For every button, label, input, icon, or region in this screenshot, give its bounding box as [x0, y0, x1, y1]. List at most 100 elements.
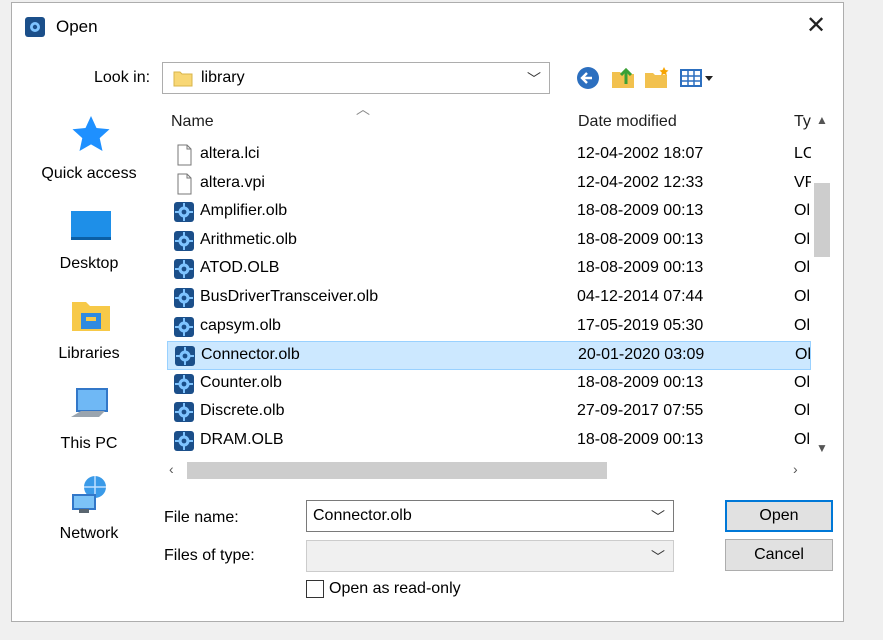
- look-in-value: library: [201, 69, 245, 86]
- column-header-type[interactable]: Ty: [794, 113, 811, 131]
- file-type-cell: LC: [794, 145, 811, 162]
- desktop-icon: [71, 211, 111, 240]
- sort-ascending-icon: ︿: [356, 101, 370, 117]
- vertical-scrollbar[interactable]: ▲ ▼: [812, 111, 834, 461]
- file-type-cell: Ol: [795, 346, 811, 364]
- olb-file-icon: [173, 316, 195, 338]
- scroll-down-icon[interactable]: ▼: [816, 441, 828, 455]
- place-label: Quick access: [41, 165, 137, 182]
- files-of-type-dropdown[interactable]: ﹀: [306, 540, 674, 572]
- network-icon: [72, 476, 106, 513]
- place-label: Libraries: [58, 345, 120, 362]
- file-type-cell: Ol: [794, 430, 810, 448]
- file-row[interactable]: BusDriverTransceiver.olb 04-12-2014 07:44…: [167, 284, 811, 313]
- file-row[interactable]: capsym.olb 17-05-2019 05:30 Ol: [167, 313, 811, 342]
- file-type-cell: VP: [794, 173, 811, 191]
- file-list[interactable]: altera.lci 12-04-2002 18:07 LC altera.vpi 12…: [167, 141, 811, 459]
- file-name-cell: Discrete.olb: [200, 402, 285, 420]
- dialog-title: Open: [56, 17, 98, 36]
- view-menu-icon[interactable]: [678, 64, 718, 92]
- file-name-cell: Connector.olb: [201, 346, 300, 364]
- libraries-icon: [72, 302, 110, 331]
- olb-file-icon: [173, 373, 195, 395]
- horizontal-scroll-thumb[interactable]: [187, 462, 607, 479]
- file-row[interactable]: ATOD.OLB 18-08-2009 00:13 Ol: [167, 255, 811, 284]
- place-this-pc[interactable]: This PC: [24, 383, 154, 467]
- file-date-cell: 18-08-2009 00:13: [577, 230, 704, 248]
- place-label: Network: [59, 525, 119, 542]
- file-row[interactable]: altera.vpi 12-04-2002 12:33 VP: [167, 170, 811, 199]
- title-bar[interactable]: Open ✕: [12, 3, 843, 49]
- file-name-cell: capsym.olb: [200, 316, 281, 334]
- file-date-cell: 18-08-2009 00:13: [577, 430, 704, 448]
- vertical-scroll-thumb[interactable]: [814, 183, 830, 257]
- olb-file-icon: [173, 401, 195, 423]
- file-type-cell: Ol: [794, 202, 810, 220]
- file-row[interactable]: Counter.olb 18-08-2009 00:13 Ol: [167, 370, 811, 399]
- olb-file-icon: [173, 230, 195, 252]
- file-row[interactable]: Connector.olb 20-01-2020 03:09 Ol: [167, 341, 811, 370]
- file-name-cell: Arithmetic.olb: [200, 230, 297, 248]
- open-button[interactable]: Open: [725, 500, 833, 532]
- chevron-down-icon[interactable]: ﹀: [651, 507, 665, 527]
- up-folder-icon[interactable]: [609, 64, 639, 92]
- folder-icon: [173, 71, 193, 87]
- scroll-left-icon[interactable]: ‹: [169, 461, 174, 477]
- file-row[interactable]: Arithmetic.olb 18-08-2009 00:13 Ol: [167, 227, 811, 256]
- app-icon: [25, 17, 45, 37]
- file-type-cell: Ol: [794, 316, 810, 334]
- back-arrow-icon[interactable]: [574, 64, 604, 92]
- file-row[interactable]: Discrete.olb 27-09-2017 07:55 Ol: [167, 398, 811, 427]
- cancel-button[interactable]: Cancel: [725, 539, 833, 571]
- place-label: Desktop: [59, 255, 119, 272]
- chevron-down-icon[interactable]: ﹀: [651, 547, 665, 567]
- file-type-cell: Ol: [794, 230, 810, 248]
- file-row[interactable]: altera.lci 12-04-2002 18:07 LC: [167, 141, 811, 170]
- look-in-label: Look in:: [94, 69, 151, 86]
- olb-file-icon: [174, 345, 196, 367]
- file-date-cell: 12-04-2002 18:07: [577, 145, 704, 162]
- file-type-cell: Ol: [794, 373, 810, 391]
- file-row[interactable]: DRAM.OLB 18-08-2009 00:13 Ol: [167, 427, 811, 456]
- place-libraries[interactable]: Libraries: [24, 293, 154, 377]
- look-in-dropdown[interactable]: library ﹀: [162, 62, 550, 94]
- file-type-cell: Ol: [794, 402, 810, 420]
- file-name-label: File name:: [164, 509, 239, 526]
- place-quick-access[interactable]: Quick access: [24, 113, 154, 197]
- quick-access-star-icon: [72, 116, 110, 151]
- olb-file-icon: [173, 258, 195, 280]
- file-name-cell: altera.vpi: [200, 173, 265, 191]
- close-icon[interactable]: ✕: [801, 11, 831, 41]
- file-name-cell: Amplifier.olb: [200, 202, 288, 220]
- olb-file-icon: [173, 430, 195, 452]
- place-network[interactable]: Network: [24, 473, 154, 557]
- file-type-cell: Ol: [794, 259, 810, 277]
- place-desktop[interactable]: Desktop: [24, 203, 154, 287]
- file-name-field[interactable]: Connector.olb ﹀: [306, 500, 674, 532]
- read-only-checkbox[interactable]: [306, 580, 324, 598]
- file-date-cell: 27-09-2017 07:55: [577, 402, 704, 420]
- scroll-right-icon[interactable]: ›: [793, 461, 798, 477]
- read-only-label[interactable]: Open as read-only: [329, 580, 461, 598]
- horizontal-scrollbar[interactable]: ‹ ›: [167, 459, 807, 481]
- file-name-cell: DRAM.OLB: [200, 430, 284, 448]
- file-type-cell: Ol: [794, 287, 810, 305]
- file-date-cell: 04-12-2014 07:44: [577, 287, 704, 305]
- file-name-cell: ATOD.OLB: [200, 259, 280, 277]
- column-header-date[interactable]: Date modified: [578, 113, 677, 131]
- file-name-cell: altera.lci: [200, 145, 260, 162]
- scroll-up-icon[interactable]: ▲: [816, 113, 828, 127]
- document-icon: [173, 173, 195, 195]
- file-date-cell: 18-08-2009 00:13: [577, 373, 704, 391]
- new-folder-icon[interactable]: [642, 64, 672, 92]
- file-row[interactable]: Amplifier.olb 18-08-2009 00:13 Ol: [167, 198, 811, 227]
- document-icon: [173, 144, 195, 166]
- file-name-cell: Counter.olb: [200, 373, 282, 391]
- olb-file-icon: [173, 201, 195, 223]
- file-date-cell: 18-08-2009 00:13: [577, 202, 704, 220]
- open-dialog: Open ✕ Look in: library ﹀ Quick access D…: [11, 2, 844, 622]
- column-header-name[interactable]: Name: [171, 113, 214, 131]
- place-label: This PC: [60, 435, 118, 452]
- chevron-down-icon: ﹀: [527, 71, 541, 87]
- file-date-cell: 17-05-2019 05:30: [577, 316, 704, 334]
